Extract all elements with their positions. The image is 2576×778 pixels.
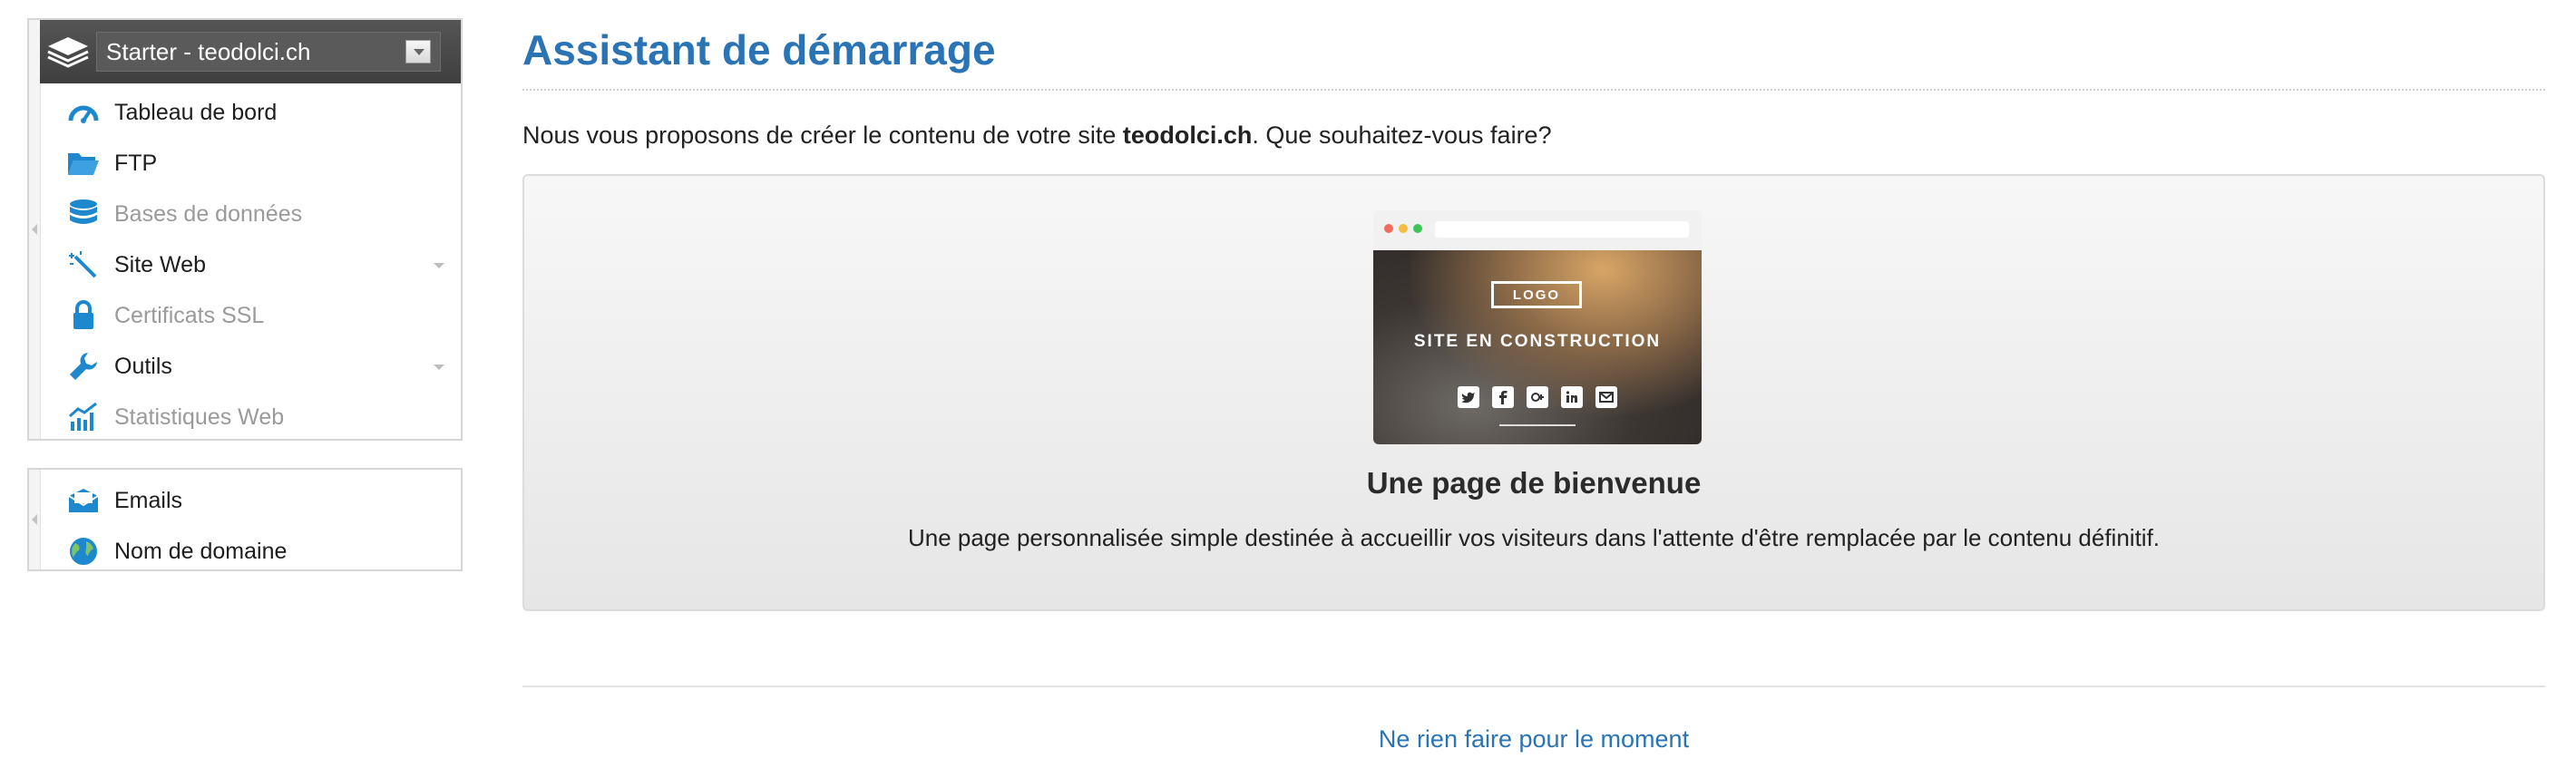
plan-selector-label: Starter - teodolci.ch (106, 37, 311, 65)
sidebar-item-outils[interactable]: Outils (40, 341, 461, 392)
sidebar-item-certificats-ssl[interactable]: Certificats SSL (40, 290, 461, 341)
sidebar-item-site-web[interactable]: Site Web (40, 239, 461, 290)
linkedin-icon (1561, 386, 1583, 408)
skip-link[interactable]: Ne rien faire pour le moment (522, 725, 2545, 754)
sidebar-menu-secondary: Emails Nom de domaine (40, 475, 461, 577)
sidebar-item-label: Bases de données (114, 200, 303, 227)
page-title: Assistant de démarrage (522, 26, 996, 73)
folder-open-icon (65, 145, 102, 181)
plan-selector-dropdown[interactable]: Starter - teodolci.ch (96, 32, 441, 72)
thumbnail-headline: SITE EN CONSTRUCTION (1413, 332, 1662, 351)
sidebar-item-bases-de-donnees[interactable]: Bases de données (40, 189, 461, 239)
sidebar-item-label: Emails (114, 487, 183, 513)
sidebar-item-label: FTP (114, 150, 158, 176)
sidebar-item-statistiques-web[interactable]: Statistiques Web (40, 392, 461, 442)
database-icon (65, 196, 102, 232)
window-dot-icon (1413, 224, 1422, 233)
chevron-down-icon[interactable] (405, 40, 431, 63)
sidebar-item-ftp[interactable]: FTP (40, 138, 461, 189)
sidebar-menu: Tableau de bord FTP Bases de données Sit… (40, 87, 461, 442)
plan-header: Starter - teodolci.ch (40, 20, 461, 83)
sidebar-item-label: Certificats SSL (114, 302, 265, 328)
title-divider (522, 89, 2545, 91)
sidebar-item-label: Outils (114, 353, 172, 379)
wrench-icon (65, 348, 102, 384)
sidebar-item-emails[interactable]: Emails (40, 475, 461, 526)
chevron-down-icon (434, 365, 444, 370)
option-description: Une page personnalisée simple destinée à… (907, 524, 2161, 551)
sidebar-item-tableau-de-bord[interactable]: Tableau de bord (40, 87, 461, 138)
intro-site-name: teodolci.ch (1122, 122, 1253, 149)
thumbnail-divider (1499, 424, 1576, 426)
url-bar (1435, 221, 1689, 238)
sidebar-item-label: Statistiques Web (114, 404, 285, 430)
sidebar-main-panel: Starter - teodolci.ch Tableau de bord FT… (27, 18, 463, 441)
magic-wand-icon (65, 247, 102, 283)
intro-prefix: Nous vous proposons de créer le contenu … (522, 122, 1123, 149)
thumbnail-logo: LOGO (1491, 281, 1582, 308)
sidebar-item-label: Site Web (114, 251, 206, 277)
intro-text: Nous vous proposons de créer le contenu … (522, 122, 1552, 150)
globe-icon (65, 533, 102, 569)
intro-suffix: . Que souhaitez-vous faire? (1252, 122, 1552, 149)
statistics-chart-icon (65, 399, 102, 435)
envelope-icon (65, 482, 102, 519)
hosting-stack-icon (40, 20, 96, 83)
window-dot-icon (1384, 224, 1393, 233)
dashboard-gauge-icon (65, 94, 102, 131)
mail-icon (1595, 386, 1617, 408)
facebook-icon (1492, 386, 1514, 408)
welcome-page-thumbnail: LOGO SITE EN CONSTRUCTION (1373, 210, 1702, 444)
chevron-down-icon (434, 263, 444, 268)
google-plus-icon (1527, 386, 1548, 408)
welcome-page-option-card[interactable]: LOGO SITE EN CONSTRUCTION Une page de bi… (522, 174, 2545, 611)
sidebar-item-label: Tableau de bord (114, 99, 278, 125)
sidebar-item-nom-de-domaine[interactable]: Nom de domaine (40, 526, 461, 577)
sidebar-item-label: Nom de domaine (114, 538, 288, 564)
lock-icon (65, 297, 102, 334)
twitter-icon (1458, 386, 1479, 408)
sidebar-secondary-panel: Emails Nom de domaine (27, 468, 463, 571)
browser-bar (1373, 210, 1702, 250)
thumbnail-hero: LOGO SITE EN CONSTRUCTION (1373, 250, 1702, 444)
window-dot-icon (1399, 224, 1408, 233)
thumbnail-social-icons (1373, 386, 1702, 408)
footer-divider (522, 686, 2545, 687)
option-title: Une page de bienvenue (1366, 466, 1702, 500)
